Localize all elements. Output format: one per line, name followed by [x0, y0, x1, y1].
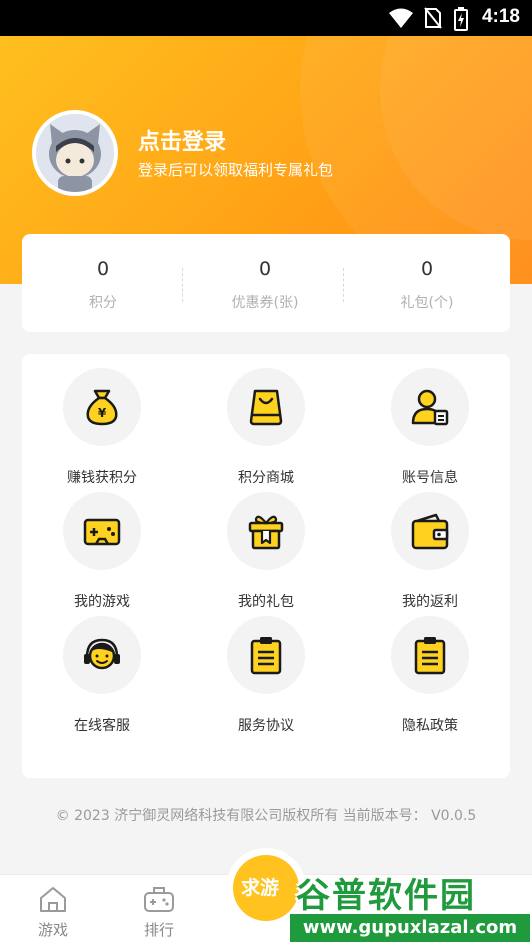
nav-label: 游戏	[37, 921, 68, 939]
home-icon	[40, 887, 66, 912]
wallet-icon	[411, 513, 449, 550]
no-sim-icon	[424, 7, 442, 33]
watermark: 谷普软件园 www.gupuxlazal.com	[290, 858, 532, 945]
menu-label: 隐私政策	[402, 718, 458, 734]
menu-label: 我的礼包	[238, 594, 294, 610]
avatar[interactable]	[32, 110, 118, 196]
stats-card: 0 积分 0 优惠券(张) 0 礼包(个)	[22, 234, 510, 332]
status-time: 4:18	[481, 6, 520, 27]
copyright-text: © 2023 济宁御灵网络科技有限公司版权所有 当前版本号： V0.0.5	[55, 808, 477, 824]
nav-label: 排行	[143, 921, 174, 939]
menu-label: 积分商城	[238, 470, 294, 486]
stat-coupons[interactable]: 0 优惠券(张)	[184, 234, 346, 332]
login-subtitle: 登录后可以领取福利专属礼包	[138, 161, 334, 179]
stat-label: 积分	[89, 295, 117, 311]
menu-my-rebates[interactable]: 我的返利	[360, 492, 500, 610]
controller-icon	[144, 887, 174, 912]
battery-charging-icon	[454, 7, 468, 35]
stat-label: 优惠券(张)	[231, 295, 299, 311]
menu-service-agreement[interactable]: 服务协议	[196, 616, 336, 734]
gamepad-icon	[83, 518, 121, 546]
clipboard-icon	[414, 637, 446, 675]
menu-account-info[interactable]: 账号信息	[360, 368, 500, 486]
stat-points[interactable]: 0 积分	[22, 234, 184, 332]
stat-value: 0	[420, 258, 434, 280]
stat-label: 礼包(个)	[400, 295, 454, 311]
nav-item-games[interactable]: 游戏	[23, 885, 83, 940]
menu-label: 在线客服	[74, 718, 130, 734]
menu-label: 服务协议	[238, 718, 294, 734]
watermark-title: 谷普软件园	[296, 876, 476, 916]
menu-privacy-policy[interactable]: 隐私政策	[360, 616, 500, 734]
menu-label: 我的游戏	[74, 594, 130, 610]
login-title[interactable]: 点击登录	[138, 124, 226, 156]
menu-label: 我的返利	[402, 594, 458, 610]
stat-value: 0	[258, 258, 272, 280]
svg-text:¥: ¥	[98, 406, 107, 420]
stat-divider	[343, 268, 344, 302]
menu-grid: ¥ 赚钱获积分 积分商城 账号信息 我的游戏 我的礼包 我的返利 在线客服 服务…	[22, 354, 510, 778]
watermark-url: www.gupuxlazal.com	[290, 914, 530, 942]
menu-earn-points[interactable]: ¥ 赚钱获积分	[32, 368, 172, 486]
headset-icon	[84, 638, 120, 670]
menu-my-games[interactable]: 我的游戏	[32, 492, 172, 610]
shopping-bag-icon	[249, 389, 283, 426]
menu-customer-service[interactable]: 在线客服	[32, 616, 172, 734]
wifi-icon	[388, 7, 414, 33]
stat-divider	[182, 268, 183, 302]
money-bag-icon: ¥	[86, 389, 118, 426]
clipboard-icon	[250, 637, 282, 675]
menu-points-mall[interactable]: 积分商城	[196, 368, 336, 486]
stat-gifts[interactable]: 0 礼包(个)	[346, 234, 508, 332]
cat-hood-avatar-icon	[36, 114, 114, 192]
account-card-icon	[411, 389, 449, 426]
gift-box-icon	[248, 515, 284, 550]
menu-label: 赚钱获积分	[67, 470, 137, 486]
menu-my-gifts[interactable]: 我的礼包	[196, 492, 336, 610]
stat-value: 0	[96, 258, 110, 280]
status-bar: 4:18	[0, 0, 532, 36]
nav-item-ranking[interactable]: 排行	[129, 885, 189, 940]
menu-label: 账号信息	[402, 470, 458, 486]
